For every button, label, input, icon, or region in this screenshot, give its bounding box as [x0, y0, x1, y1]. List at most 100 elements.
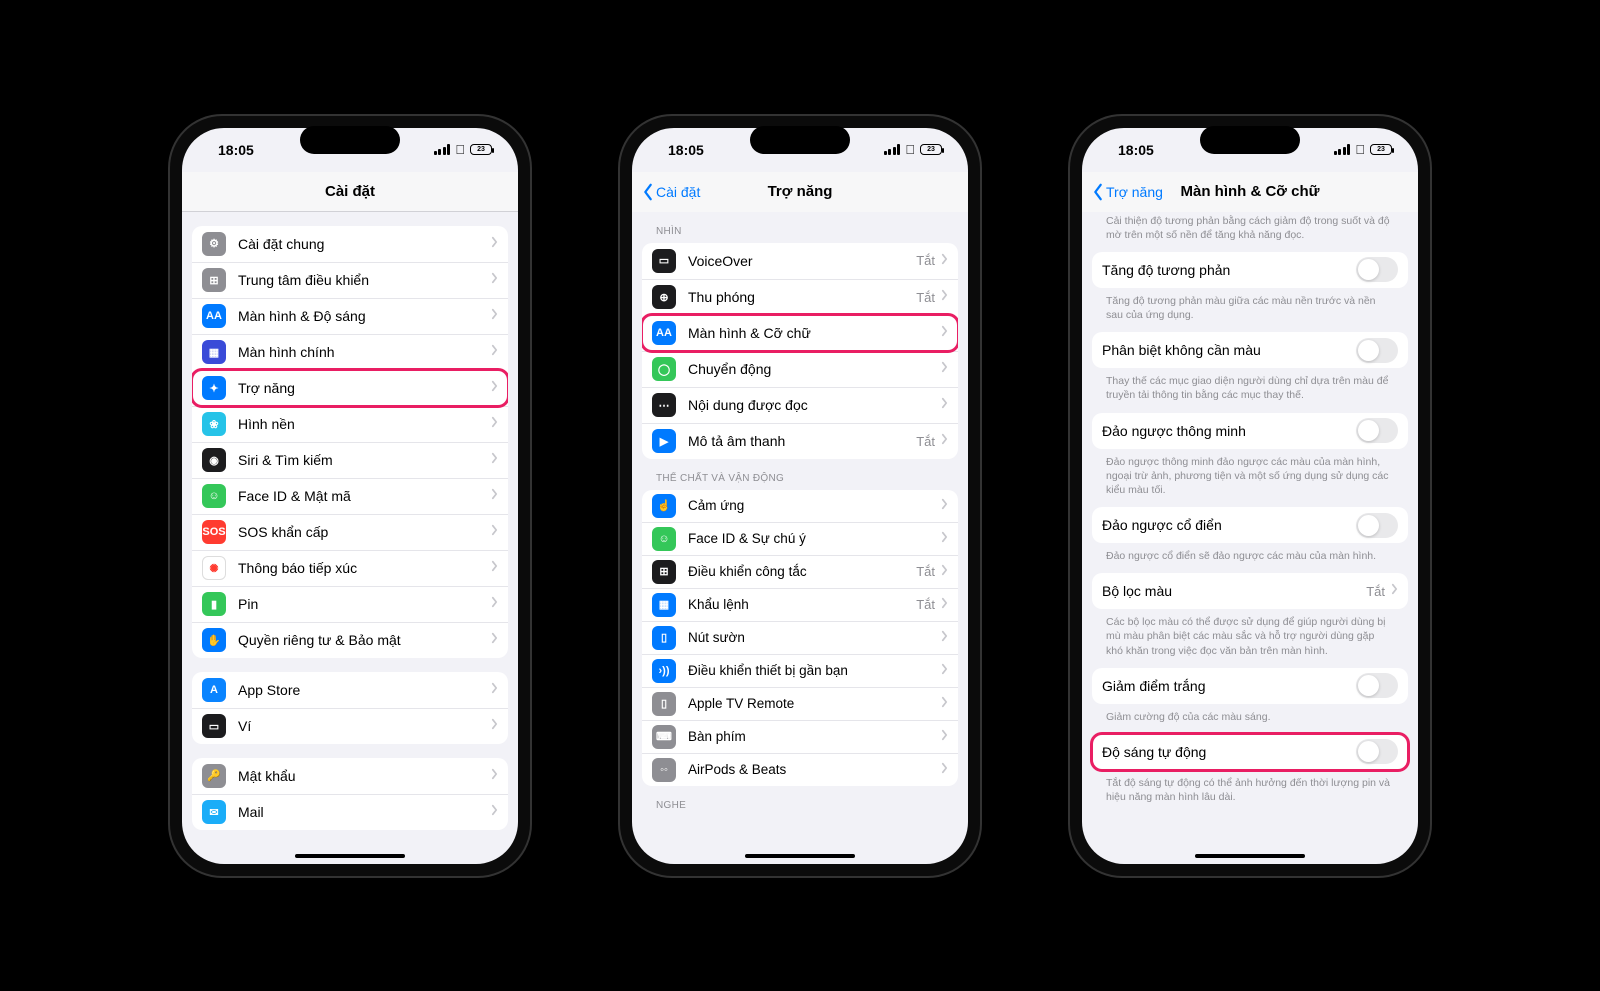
row-icon: ▯: [652, 626, 676, 650]
settings-row[interactable]: ▯ Apple TV Remote: [642, 687, 958, 720]
toggle-switch[interactable]: [1356, 338, 1398, 363]
row-label: Bộ lọc màu: [1102, 583, 1366, 599]
home-indicator[interactable]: [1195, 854, 1305, 858]
phone-settings: 18:05 􀙇 23 Cài đặt ⚙ Cài đặt chung ⊞ Tru…: [170, 116, 530, 876]
settings-row[interactable]: ☺ Face ID & Mật mã: [192, 478, 508, 514]
toggle-switch[interactable]: [1356, 513, 1398, 538]
row-label: Thông báo tiếp xúc: [238, 560, 491, 576]
settings-row[interactable]: ⊞ Điều khiển công tắc Tắt: [642, 555, 958, 588]
settings-row[interactable]: ✦ Trợ năng: [192, 370, 508, 406]
settings-row[interactable]: ✺ Thông báo tiếp xúc: [192, 550, 508, 586]
chevron-right-icon: [1391, 582, 1398, 600]
row-icon: ✋: [202, 628, 226, 652]
settings-row[interactable]: ⊕ Thu phóng Tắt: [642, 279, 958, 315]
dynamic-island: [300, 126, 400, 154]
back-button[interactable]: Cài đặt: [642, 172, 700, 212]
row-icon: ❀: [202, 412, 226, 436]
settings-row[interactable]: Đảo ngược cổ điển: [1092, 507, 1408, 543]
chevron-right-icon: [491, 487, 498, 505]
settings-row[interactable]: ☺ Face ID & Sự chú ý: [642, 522, 958, 555]
settings-row[interactable]: SOS SOS khẩn cấp: [192, 514, 508, 550]
wifi-icon: 􀙇: [455, 142, 465, 157]
settings-row[interactable]: ▶ Mô tả âm thanh Tắt: [642, 423, 958, 459]
settings-row[interactable]: A App Store: [192, 672, 508, 708]
row-icon: ▯: [652, 692, 676, 716]
settings-row[interactable]: Tăng độ tương phản: [1092, 252, 1408, 288]
home-indicator[interactable]: [745, 854, 855, 858]
nav-bar: Cài đặt Trợ năng: [632, 172, 968, 212]
row-note: Thay thế các mục giao diện người dùng ch…: [1092, 368, 1408, 402]
settings-row[interactable]: ◯ Chuyển động: [642, 351, 958, 387]
row-label: Hình nền: [238, 416, 491, 432]
settings-row[interactable]: AA Màn hình & Độ sáng: [192, 298, 508, 334]
row-label: Mật khẩu: [238, 768, 491, 784]
settings-row[interactable]: ⊞ Trung tâm điều khiển: [192, 262, 508, 298]
settings-row[interactable]: Bộ lọc màu Tắt: [1092, 573, 1408, 609]
settings-row[interactable]: ☝ Cảm ứng: [642, 490, 958, 522]
settings-row[interactable]: ⌨ Bàn phím: [642, 720, 958, 753]
settings-row[interactable]: Phân biệt không cần màu: [1092, 332, 1408, 368]
row-label: AirPods & Beats: [688, 762, 941, 777]
settings-row[interactable]: ⋯ Nội dung được đọc: [642, 387, 958, 423]
settings-row[interactable]: ›)) Điều khiển thiết bị gần bạn: [642, 654, 958, 687]
settings-row[interactable]: ◦◦ AirPods & Beats: [642, 753, 958, 786]
row-label: Chuyển động: [688, 361, 941, 377]
settings-row[interactable]: Đảo ngược thông minh: [1092, 413, 1408, 449]
toggle-switch[interactable]: [1356, 418, 1398, 443]
chevron-right-icon: [941, 432, 948, 450]
row-label: Giảm điểm trắng: [1102, 678, 1356, 694]
chevron-right-icon: [491, 523, 498, 541]
row-icon: ☝: [652, 494, 676, 518]
row-icon: ▶: [652, 429, 676, 453]
phone-display-text: 18:05 􀙇 23 Trợ năng Màn hình & Cỡ chữ Cả…: [1070, 116, 1430, 876]
chevron-right-icon: [491, 631, 498, 649]
row-icon: ☺: [652, 527, 676, 551]
row-label: Trợ năng: [238, 380, 491, 396]
row-icon: ▭: [202, 714, 226, 738]
row-icon: ▭: [652, 249, 676, 273]
settings-row[interactable]: ◉ Siri & Tìm kiếm: [192, 442, 508, 478]
row-value: Tắt: [916, 564, 935, 579]
settings-row[interactable]: AA Màn hình & Cỡ chữ: [642, 315, 958, 351]
status-time: 18:05: [668, 142, 704, 158]
settings-row[interactable]: ▮ Pin: [192, 586, 508, 622]
toggle-switch[interactable]: [1356, 673, 1398, 698]
chevron-right-icon: [491, 803, 498, 821]
settings-row[interactable]: ▯ Nút sườn: [642, 621, 958, 654]
dynamic-island: [750, 126, 850, 154]
settings-row[interactable]: ⚙ Cài đặt chung: [192, 226, 508, 262]
row-value: Tắt: [916, 253, 935, 268]
row-label: Đảo ngược cổ điển: [1102, 517, 1356, 533]
chevron-right-icon: [491, 681, 498, 699]
chevron-right-icon: [941, 252, 948, 270]
row-icon: ⌨: [652, 725, 676, 749]
settings-row[interactable]: ❀ Hình nền: [192, 406, 508, 442]
row-label: Màn hình chính: [238, 344, 491, 360]
toggle-switch[interactable]: [1356, 739, 1398, 764]
settings-row[interactable]: 🔑 Mật khẩu: [192, 758, 508, 794]
back-button[interactable]: Trợ năng: [1092, 172, 1163, 212]
settings-row[interactable]: ▦ Khẩu lệnh Tắt: [642, 588, 958, 621]
row-label: Mail: [238, 804, 491, 820]
row-label: Khẩu lệnh: [688, 597, 916, 612]
home-indicator[interactable]: [295, 854, 405, 858]
settings-row[interactable]: ▦ Màn hình chính: [192, 334, 508, 370]
settings-row[interactable]: ✉ Mail: [192, 794, 508, 830]
row-label: Mô tả âm thanh: [688, 433, 916, 449]
settings-row[interactable]: ✋ Quyền riêng tư & Bảo mật: [192, 622, 508, 658]
settings-row[interactable]: Giảm điểm trắng: [1092, 668, 1408, 704]
toggle-switch[interactable]: [1356, 257, 1398, 282]
row-value: Tắt: [916, 290, 935, 305]
row-icon: 🔑: [202, 764, 226, 788]
row-label: Trung tâm điều khiển: [238, 272, 491, 288]
row-label: Màn hình & Cỡ chữ: [688, 325, 941, 341]
chevron-right-icon: [491, 379, 498, 397]
row-icon: ⊞: [202, 268, 226, 292]
chevron-right-icon: [491, 415, 498, 433]
settings-row[interactable]: Độ sáng tự động: [1092, 734, 1408, 770]
row-value: Tắt: [1366, 584, 1385, 599]
settings-row[interactable]: ▭ Ví: [192, 708, 508, 744]
row-label: Siri & Tìm kiếm: [238, 452, 491, 468]
row-icon: ▦: [202, 340, 226, 364]
settings-row[interactable]: ▭ VoiceOver Tắt: [642, 243, 958, 279]
